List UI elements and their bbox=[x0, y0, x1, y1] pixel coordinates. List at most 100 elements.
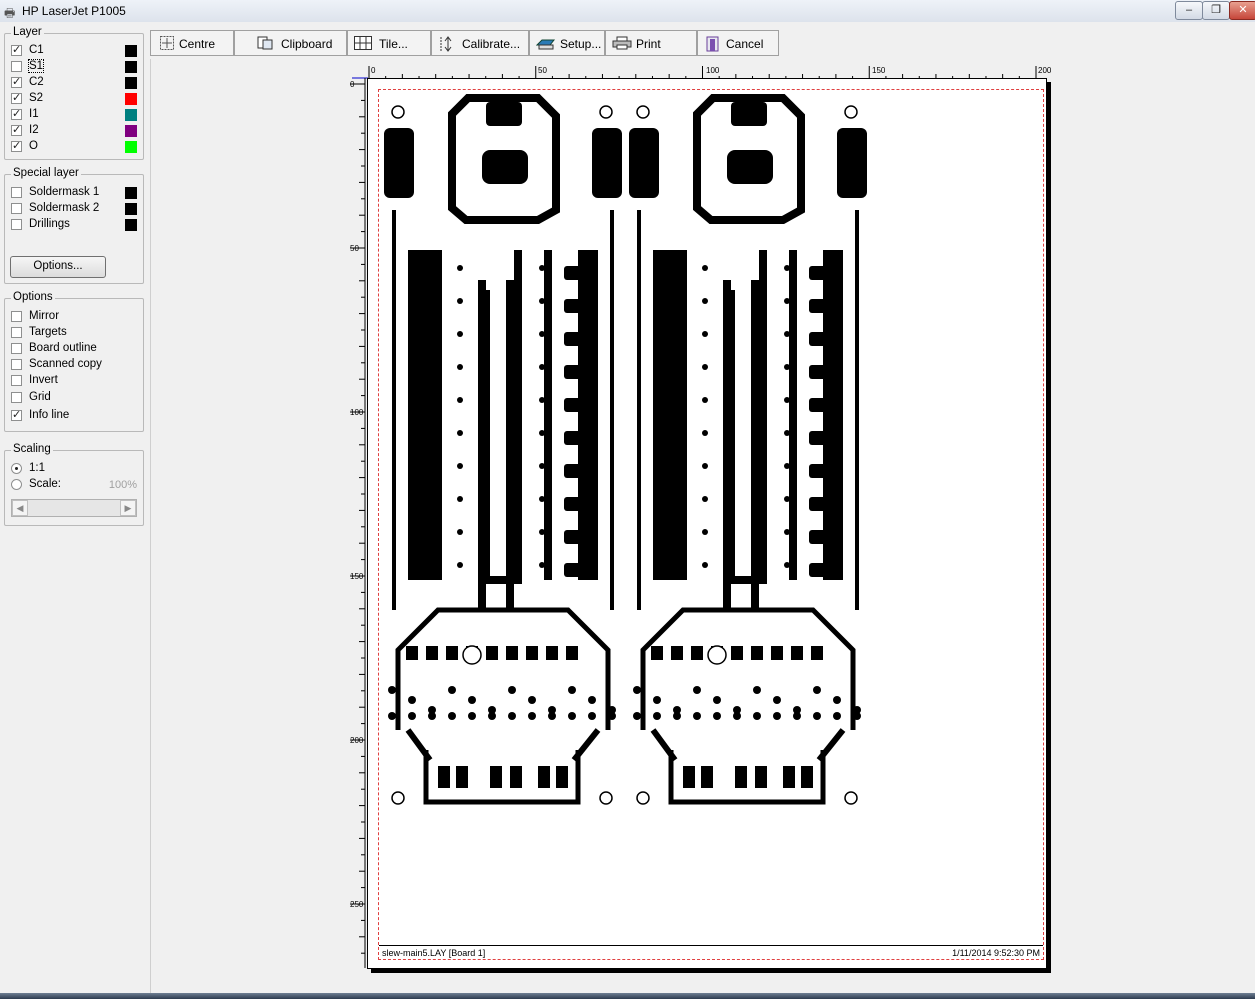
soldermask-1-checkbox[interactable] bbox=[11, 187, 22, 198]
layer-s1-color[interactable] bbox=[125, 61, 137, 73]
component-pad bbox=[416, 491, 440, 505]
via bbox=[568, 712, 576, 720]
layer-c1[interactable]: C1 bbox=[11, 43, 137, 59]
info-line-filename: slew-main5.LAY [Board 1] bbox=[382, 948, 486, 958]
ic-pad bbox=[406, 646, 418, 660]
component-pad bbox=[564, 365, 588, 379]
soldermask-2-checkbox[interactable] bbox=[11, 203, 22, 214]
layer-i2-checkbox[interactable] bbox=[11, 123, 22, 137]
output-pad bbox=[456, 766, 468, 788]
options-button[interactable]: Options... bbox=[10, 256, 106, 278]
layer-i2-color[interactable] bbox=[125, 125, 137, 137]
drillings-color[interactable] bbox=[125, 219, 137, 231]
rail-trace bbox=[506, 280, 514, 610]
via bbox=[468, 712, 476, 720]
layer-c2-color[interactable] bbox=[125, 77, 137, 89]
via bbox=[693, 686, 701, 694]
layer-o-checkbox[interactable] bbox=[11, 139, 22, 153]
via bbox=[388, 686, 396, 694]
targets-checkbox[interactable] bbox=[11, 327, 22, 338]
via bbox=[784, 298, 790, 304]
via bbox=[784, 265, 790, 271]
via bbox=[813, 712, 821, 720]
via bbox=[539, 529, 545, 535]
tile-button[interactable]: Tile... bbox=[347, 30, 431, 56]
layer-s1-checkbox[interactable] bbox=[11, 61, 22, 72]
option-targets[interactable]: Targets bbox=[11, 325, 137, 341]
component-pad bbox=[564, 464, 588, 478]
mirror-checkbox[interactable] bbox=[11, 311, 22, 322]
scaling-1to1[interactable]: 1:1 bbox=[11, 461, 137, 477]
scale-scrollbar[interactable]: ◀ ▶ bbox=[11, 499, 137, 517]
layer-i1-checkbox[interactable] bbox=[11, 107, 22, 121]
via bbox=[784, 496, 790, 502]
via bbox=[539, 463, 545, 469]
centre-button[interactable]: Centre bbox=[150, 30, 234, 56]
drillings-checkbox[interactable] bbox=[11, 219, 22, 230]
layer-s2-checkbox[interactable] bbox=[11, 91, 22, 105]
layer-i1-color[interactable] bbox=[125, 109, 137, 121]
component-pad bbox=[809, 530, 833, 544]
option-scanned-copy[interactable]: Scanned copy bbox=[11, 357, 137, 373]
layer-s2-label: S2 bbox=[29, 92, 44, 104]
ic-pad bbox=[691, 646, 703, 660]
layer-c1-checkbox[interactable] bbox=[11, 43, 22, 57]
via bbox=[784, 331, 790, 337]
layer-c2-label: C2 bbox=[29, 76, 44, 88]
scaling-custom[interactable]: Scale: 100% bbox=[11, 477, 137, 493]
via bbox=[457, 397, 463, 403]
layer-s2-color[interactable] bbox=[125, 93, 137, 105]
option-invert[interactable]: Invert bbox=[11, 373, 137, 389]
via bbox=[539, 265, 545, 271]
special-layer-group: Special layer Soldermask 1 Soldermask 2 … bbox=[4, 167, 144, 284]
component-pad bbox=[809, 266, 833, 280]
info-line-checkbox[interactable] bbox=[11, 408, 22, 422]
option-mirror[interactable]: Mirror bbox=[11, 309, 137, 325]
soldermask-2-color[interactable] bbox=[125, 203, 137, 215]
scanned-copy-checkbox[interactable] bbox=[11, 359, 22, 370]
option-info-line[interactable]: Info line bbox=[11, 408, 137, 424]
close-button[interactable]: ✕ bbox=[1229, 1, 1255, 20]
calibrate-button[interactable]: Calibrate... bbox=[431, 30, 529, 56]
minimize-button[interactable]: – bbox=[1175, 1, 1203, 20]
scaling-1to1-radio[interactable] bbox=[11, 463, 22, 474]
soldermask-2[interactable]: Soldermask 2 bbox=[11, 201, 137, 217]
component-pad bbox=[661, 557, 685, 571]
setup-button[interactable]: Setup... bbox=[529, 30, 605, 56]
invert-checkbox[interactable] bbox=[11, 375, 22, 386]
component-pad bbox=[661, 425, 685, 439]
ic-pad bbox=[506, 646, 518, 660]
option-grid[interactable]: Grid bbox=[11, 390, 137, 406]
printer-app-icon: 🖶 bbox=[4, 6, 16, 20]
scroll-right-icon[interactable]: ▶ bbox=[120, 500, 136, 516]
ruler-label: 50 bbox=[538, 66, 547, 75]
layer-i2[interactable]: I2 bbox=[11, 123, 137, 139]
drillings[interactable]: Drillings bbox=[11, 217, 137, 233]
layer-o[interactable]: O bbox=[11, 139, 137, 155]
layer-c2[interactable]: C2 bbox=[11, 75, 137, 91]
layer-c2-checkbox[interactable] bbox=[11, 75, 22, 89]
clipboard-button[interactable]: Clipboard bbox=[234, 30, 347, 56]
soldermask-1[interactable]: Soldermask 1 bbox=[11, 185, 137, 201]
ic-pad bbox=[486, 646, 498, 660]
rail-trace bbox=[544, 250, 552, 580]
layer-c1-color[interactable] bbox=[125, 45, 137, 57]
grid-checkbox[interactable] bbox=[11, 392, 22, 403]
scroll-left-icon[interactable]: ◀ bbox=[12, 500, 28, 516]
board-outline-checkbox[interactable] bbox=[11, 343, 22, 354]
component-pad bbox=[416, 392, 440, 406]
cancel-button[interactable]: Cancel bbox=[697, 30, 779, 56]
layer-i1[interactable]: I1 bbox=[11, 107, 137, 123]
via bbox=[539, 331, 545, 337]
scaling-custom-radio[interactable] bbox=[11, 479, 22, 490]
layer-s1[interactable]: S1 bbox=[11, 59, 137, 75]
soldermask-1-color[interactable] bbox=[125, 187, 137, 199]
layer-s2[interactable]: S2 bbox=[11, 91, 137, 107]
mounting-hole bbox=[599, 105, 613, 119]
print-button[interactable]: Print bbox=[605, 30, 697, 56]
rail-trace bbox=[751, 280, 759, 610]
component-pad bbox=[564, 266, 588, 280]
maximize-button[interactable]: ❐ bbox=[1202, 1, 1230, 20]
layer-o-color[interactable] bbox=[125, 141, 137, 153]
option-board-outline[interactable]: Board outline bbox=[11, 341, 137, 357]
